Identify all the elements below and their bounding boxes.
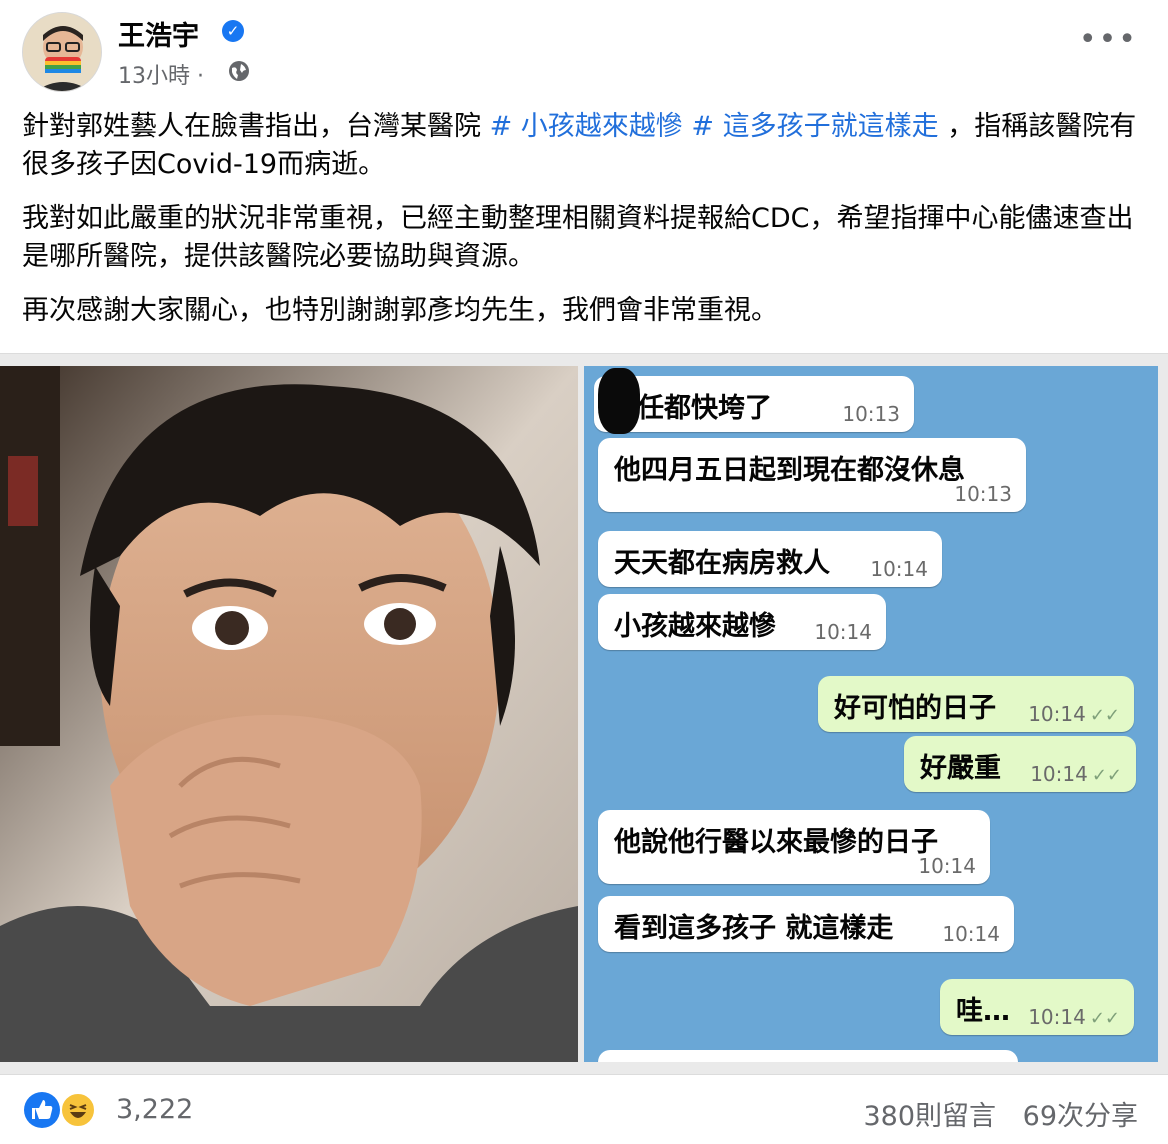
- chat-bubble-out: 好嚴重 10:14 ✓✓: [904, 736, 1136, 792]
- paragraph-2: 我對如此嚴重的狀況非常重視，已經主動整理相關資料提報給CDC，希望指揮中心能儘速…: [22, 203, 1134, 272]
- chat-time-value: 10:14: [870, 557, 928, 581]
- chat-message-text: 哇…: [956, 996, 1010, 1027]
- ellipsis-icon: •••: [1078, 22, 1138, 57]
- read-check-icon: ✓✓: [1091, 765, 1122, 786]
- read-check-icon: ✓✓: [1089, 705, 1120, 726]
- verified-badge-icon: ✓: [222, 20, 244, 42]
- post-footer: 3,222 380則留言 69次分享: [0, 1076, 1168, 1144]
- haha-icon[interactable]: [60, 1092, 96, 1128]
- chat-time-value: 10:14: [1028, 702, 1086, 726]
- read-check-icon: ✓✓: [1089, 1008, 1120, 1029]
- chat-message-time: 10:14: [814, 620, 872, 644]
- post-header: 王浩宇 ✓ 13小時 · •••: [0, 0, 1168, 100]
- reaction-count[interactable]: 3,222: [116, 1094, 193, 1125]
- chat-message-time: 10:13: [842, 402, 900, 426]
- chat-time-value: 10:14: [918, 854, 976, 878]
- hashtag-link[interactable]: # 這多孩子就這樣走: [691, 111, 938, 142]
- chat-message-text: 看到這多孩子 就這樣走: [614, 913, 894, 944]
- chat-time-value: 10:14: [1028, 1005, 1086, 1029]
- chat-message-time: 10:14 ✓✓: [1028, 1005, 1120, 1029]
- chat-bubble-in: 天天都在病房救人 10:14: [598, 531, 942, 587]
- chat-message-text: 他四月五日起到現在都沒休息: [614, 455, 965, 486]
- paragraph-3: 再次感謝大家關心，也特別謝謝郭彥均先生，我們會非常重視。: [22, 295, 778, 326]
- paragraph-1: 針對郭姓藝人在臉書指出，台灣某醫院 # 小孩越來越慘 # 這多孩子就這樣走 ，指…: [22, 111, 1137, 180]
- chat-message-time: 10:14: [942, 922, 1000, 946]
- chat-bubble-in: [598, 1050, 1018, 1062]
- chat-bubble-in: 他說他行醫以來最慘的日子 10:14: [598, 810, 990, 884]
- post-stats: 380則留言 69次分享: [846, 1094, 1139, 1133]
- chat-message-time: 10:14: [870, 557, 928, 581]
- chat-bubble-in: 主任都快垮了 10:13: [594, 376, 914, 432]
- chat-screenshot: 主任都快垮了 10:13 他四月五日起到現在都沒休息 10:13 天天都在病房救人 10:…: [584, 366, 1158, 1062]
- selfie-photo[interactable]: [0, 366, 578, 1062]
- chat-message-text: 天天都在病房救人: [614, 548, 830, 579]
- more-options-button[interactable]: •••: [1079, 25, 1138, 55]
- like-icon[interactable]: [24, 1092, 60, 1128]
- author-name[interactable]: 王浩宇: [118, 14, 199, 53]
- chat-bubble-in: 他四月五日起到現在都沒休息 10:13: [598, 438, 1026, 512]
- post-timestamp[interactable]: 13小時 ·: [118, 58, 204, 90]
- chat-bubble-out: 好可怕的日子 10:14 ✓✓: [818, 676, 1134, 732]
- chat-message-time: 10:14: [918, 854, 976, 878]
- chat-bubble-in: 看到這多孩子 就這樣走 10:14: [598, 896, 1014, 952]
- chat-time-value: 10:14: [942, 922, 1000, 946]
- chat-message-time: 10:14 ✓✓: [1028, 702, 1120, 726]
- shares-count[interactable]: 69次分享: [1023, 1101, 1138, 1132]
- chat-time-value: 10:13: [954, 482, 1012, 506]
- chat-message-time: 10:14 ✓✓: [1030, 762, 1122, 786]
- chat-message-text: 他說他行醫以來最慘的日子: [614, 827, 938, 858]
- chat-time-value: 10:13: [842, 402, 900, 426]
- redaction-mark: [598, 368, 640, 434]
- post-text: 針對郭姓藝人在臉書指出，台灣某醫院 # 小孩越來越慘 # 這多孩子就這樣走 ，指…: [22, 108, 1142, 346]
- chat-message-text: 小孩越來越慘: [614, 611, 776, 642]
- chat-time-value: 10:14: [814, 620, 872, 644]
- comments-count[interactable]: 380則留言: [864, 1101, 997, 1132]
- chat-message-time: 10:13: [954, 482, 1012, 506]
- chat-time-value: 10:14: [1030, 762, 1088, 786]
- avatar[interactable]: [22, 12, 102, 92]
- hashtag-link[interactable]: # 小孩越來越慘: [490, 111, 683, 142]
- globe-icon: [229, 61, 249, 81]
- chat-bubble-out: 哇… 10:14 ✓✓: [940, 979, 1134, 1035]
- chat-message-text: 好嚴重: [920, 753, 1001, 784]
- chat-message-text: 好可怕的日子: [834, 693, 996, 724]
- post-media[interactable]: 主任都快垮了 10:13 他四月五日起到現在都沒休息 10:13 天天都在病房救人 10:…: [0, 353, 1168, 1075]
- chat-bubble-in: 小孩越來越慘 10:14: [598, 594, 886, 650]
